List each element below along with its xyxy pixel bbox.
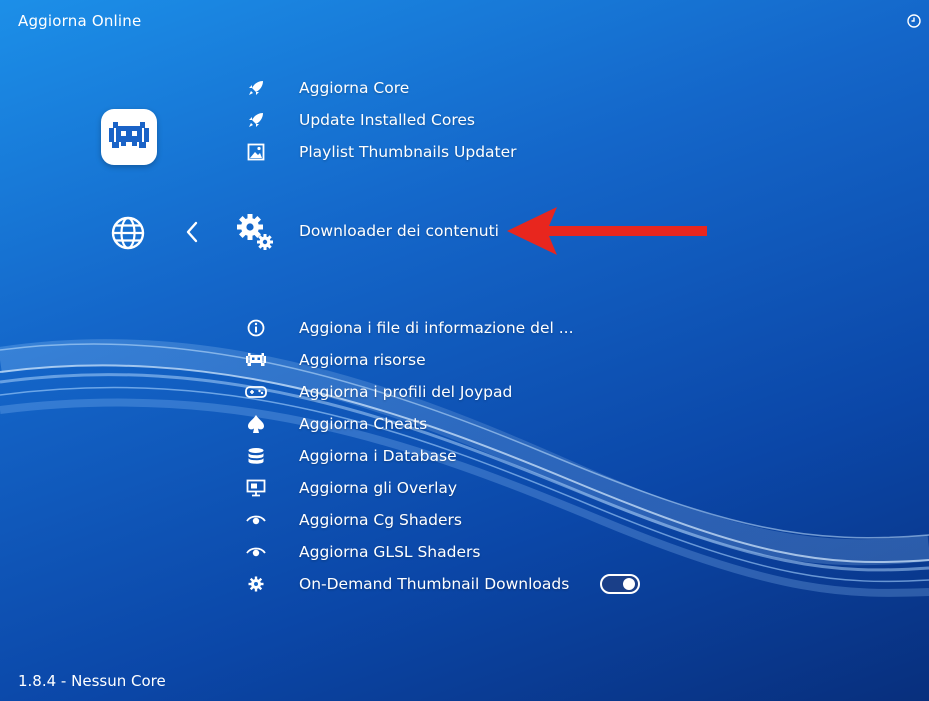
rocket-icon [249,113,263,127]
arrow-shape [507,207,707,255]
menu-item-aggiorna-overlay[interactable]: Aggiorna gli Overlay [240,472,660,504]
gear-icon [248,576,264,592]
chevron-left-icon[interactable] [184,221,200,243]
menu-item-aggiona-file-informazione[interactable]: Aggiona i file di informazione del ... [240,312,660,344]
menu-item-aggiorna-cheats[interactable]: Aggiorna Cheats [240,408,660,440]
menu-item-label: Aggiorna i profili del Joypad [299,383,513,401]
menu-item-label: Aggiona i file di informazione del ... [299,319,574,337]
spade-icon [248,415,264,433]
menu-item-on-demand-thumbnail-downloads[interactable]: On-Demand Thumbnail Downloads [240,568,660,600]
rocket-icon [249,81,263,95]
menu-item-label: Aggiorna Core [299,79,410,97]
menu-item-aggiorna-core[interactable]: Aggiorna Core [240,72,660,104]
menu-item-aggiorna-risorse[interactable]: Aggiorna risorse [240,344,660,376]
menu-item-aggiorna-glsl-shaders[interactable]: Aggiorna GLSL Shaders [240,536,660,568]
annotation-arrow [507,207,707,255]
menu-item-label: Aggiorna Cheats [299,415,428,433]
menu-item-label: Aggiorna Cg Shaders [299,511,462,529]
menu-item-label: On-Demand Thumbnail Downloads [299,575,570,593]
window-title: Aggiorna Online [18,12,142,30]
globe-icon[interactable] [111,216,145,250]
menu-item-update-installed-cores[interactable]: Update Installed Cores [240,104,660,136]
menu-item-aggiorna-database[interactable]: Aggiorna i Database [240,440,660,472]
menu-item-label: Update Installed Cores [299,111,475,129]
version-status: 1.8.4 - Nessun Core [18,672,166,690]
image-icon [247,143,265,161]
menu-item-label: Aggiorna gli Overlay [299,479,458,497]
retroarch-invader-icon [109,122,149,148]
toggle-knob [623,578,635,590]
invader-icon [246,353,266,366]
retroarch-main-menu-tab[interactable] [101,109,157,165]
info-icon [247,319,265,337]
menu-item-aggiorna-cg-shaders[interactable]: Aggiorna Cg Shaders [240,504,660,536]
menu-item-label: Aggiorna i Database [299,447,457,465]
monitor-icon [246,479,266,497]
menu-item-label: Aggiorna risorse [299,351,426,369]
clock-icon [907,14,921,28]
menu-item-aggiorna-profili-joypad[interactable]: Aggiorna i profili del Joypad [240,376,660,408]
menu-item-playlist-thumbnails-updater[interactable]: Playlist Thumbnails Updater [240,136,660,168]
database-icon [248,448,264,464]
menu-item-label: Aggiorna GLSL Shaders [299,543,481,561]
eye-icon [246,515,266,525]
eye-icon [246,547,266,557]
menu-item-label: Playlist Thumbnails Updater [299,143,517,161]
menu-item-label: Downloader dei contenuti [299,222,499,240]
gamepad-icon [245,386,267,398]
thumbnail-downloads-toggle[interactable] [600,574,640,594]
